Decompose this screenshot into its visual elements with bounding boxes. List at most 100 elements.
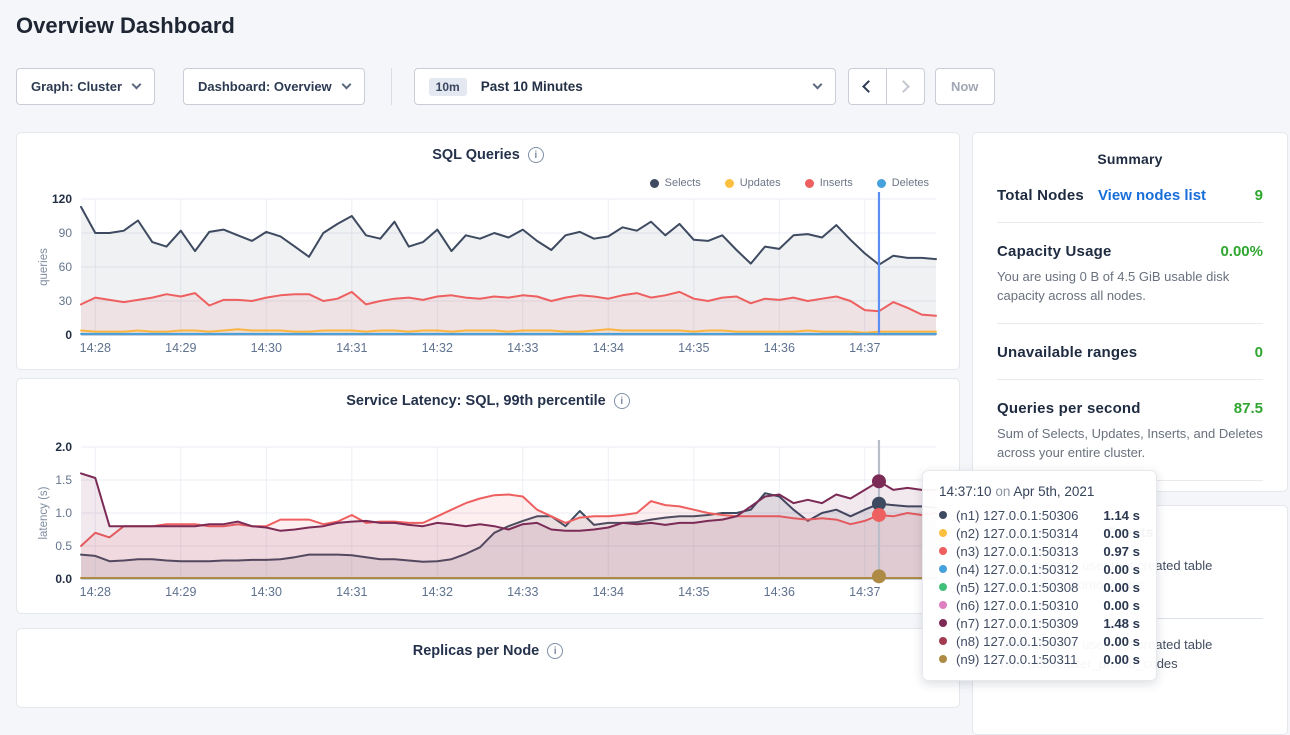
info-icon[interactable]: i — [614, 393, 630, 409]
svg-text:0: 0 — [65, 328, 72, 342]
svg-text:14:37: 14:37 — [849, 341, 880, 355]
sql-queries-chart[interactable]: 14:2814:2914:3014:3114:3214:3314:3414:35… — [17, 189, 961, 371]
tooltip-row: (n2) 127.0.0.1:50314 0.00 s — [939, 524, 1140, 542]
svg-text:14:29: 14:29 — [165, 341, 196, 355]
svg-text:14:36: 14:36 — [764, 585, 795, 599]
page-title: Overview Dashboard — [16, 13, 235, 39]
series-dot — [805, 179, 814, 188]
graph-dropdown-label: Graph: Cluster — [31, 79, 122, 94]
chevron-left-icon — [862, 80, 875, 93]
svg-text:0.0: 0.0 — [55, 572, 72, 586]
view-nodes-list-link[interactable]: View nodes list — [1098, 187, 1206, 204]
summary-value: 0 — [1255, 344, 1263, 361]
now-button[interactable]: Now — [935, 68, 995, 105]
chevron-down-icon — [341, 80, 351, 90]
series-dot — [939, 655, 947, 663]
svg-text:90: 90 — [59, 226, 73, 240]
legend-item-updates[interactable]: Updates — [725, 177, 781, 189]
time-range-selector[interactable]: 10m Past 10 Minutes — [414, 68, 836, 105]
summary-row-total-nodes: Total Nodes View nodes list 9 — [997, 187, 1263, 204]
chevron-down-icon — [812, 80, 822, 90]
legend-label: Selects — [665, 177, 701, 189]
info-icon[interactable]: i — [528, 147, 544, 163]
legend-item-deletes[interactable]: Deletes — [877, 177, 929, 189]
svg-text:queries: queries — [38, 248, 50, 286]
svg-text:14:35: 14:35 — [678, 585, 709, 599]
graph-dropdown[interactable]: Graph: Cluster — [16, 68, 155, 105]
time-step-buttons — [848, 68, 925, 105]
summary-label: Capacity Usage — [997, 243, 1112, 260]
summary-label: Total Nodes — [997, 187, 1084, 204]
series-dot — [939, 511, 947, 519]
tooltip-row: (n7) 127.0.0.1:50309 1.48 s — [939, 614, 1140, 632]
time-range-label: Past 10 Minutes — [481, 79, 583, 94]
svg-text:14:33: 14:33 — [507, 585, 538, 599]
svg-text:14:37: 14:37 — [849, 585, 880, 599]
service-latency-card: Service Latency: SQL, 99th percentile i … — [16, 378, 960, 614]
tooltip-row: (n3) 127.0.0.1:50313 0.97 s — [939, 542, 1140, 560]
series-dot — [650, 179, 659, 188]
summary-title: Summary — [997, 151, 1263, 167]
svg-text:0.5: 0.5 — [55, 539, 72, 553]
series-dot — [939, 583, 947, 591]
info-icon[interactable]: i — [547, 643, 563, 659]
summary-value: 87.5 — [1234, 400, 1263, 417]
svg-text:2.0: 2.0 — [55, 440, 72, 454]
series-dot — [877, 179, 886, 188]
svg-text:14:32: 14:32 — [422, 585, 453, 599]
service-latency-title: Service Latency: SQL, 99th percentile — [346, 393, 606, 409]
svg-text:14:34: 14:34 — [593, 341, 624, 355]
series-dot — [725, 179, 734, 188]
svg-text:14:32: 14:32 — [422, 341, 453, 355]
chevron-down-icon — [132, 80, 142, 90]
summary-row-capacity: Capacity Usage 0.00% You are using 0 B o… — [997, 243, 1263, 305]
summary-label: Unavailable ranges — [997, 344, 1137, 361]
svg-text:60: 60 — [59, 260, 73, 274]
tooltip-row: (n5) 127.0.0.1:50308 0.00 s — [939, 578, 1140, 596]
summary-value: 9 — [1255, 187, 1263, 204]
series-dot — [939, 619, 947, 627]
sql-queries-card: SQL Queries i Selects Updates Inserts De… — [16, 132, 960, 370]
tooltip-row: (n1) 127.0.0.1:50306 1.14 s — [939, 506, 1140, 524]
svg-text:14:36: 14:36 — [764, 341, 795, 355]
prev-time-button[interactable] — [848, 68, 887, 105]
service-latency-chart[interactable]: 14:2814:2914:3014:3114:3214:3314:3414:35… — [17, 437, 961, 615]
legend-item-inserts[interactable]: Inserts — [805, 177, 853, 189]
svg-text:14:35: 14:35 — [678, 341, 709, 355]
series-dot — [939, 529, 947, 537]
tooltip-row: (n9) 127.0.0.1:50311 0.00 s — [939, 650, 1140, 668]
summary-row-unavailable-ranges: Unavailable ranges 0 — [997, 344, 1263, 361]
svg-text:14:34: 14:34 — [593, 585, 624, 599]
svg-text:14:28: 14:28 — [80, 341, 111, 355]
next-time-button[interactable] — [886, 68, 925, 105]
divider — [997, 379, 1263, 380]
toolbar-divider — [391, 68, 392, 105]
svg-text:30: 30 — [59, 294, 73, 308]
tooltip-row: (n4) 127.0.0.1:50312 0.00 s — [939, 560, 1140, 578]
svg-text:14:29: 14:29 — [165, 585, 196, 599]
tooltip-timestamp: 14:37:10 on Apr 5th, 2021 — [939, 484, 1140, 499]
divider — [997, 323, 1263, 324]
series-dot — [939, 547, 947, 555]
legend-item-selects[interactable]: Selects — [650, 177, 701, 189]
dashboard-dropdown[interactable]: Dashboard: Overview — [183, 68, 365, 105]
svg-text:120: 120 — [52, 192, 72, 206]
svg-text:14:30: 14:30 — [251, 585, 282, 599]
sql-queries-legend: Selects Updates Inserts Deletes — [650, 177, 929, 189]
legend-label: Updates — [740, 177, 781, 189]
tooltip-row: (n6) 127.0.0.1:50310 0.00 s — [939, 596, 1140, 614]
svg-text:1.0: 1.0 — [55, 506, 72, 520]
svg-text:latency (s): latency (s) — [38, 486, 50, 539]
svg-text:1.5: 1.5 — [55, 473, 72, 487]
tooltip-row: (n8) 127.0.0.1:50307 0.00 s — [939, 632, 1140, 650]
replicas-per-node-card: Replicas per Node i — [16, 628, 960, 708]
legend-label: Deletes — [892, 177, 929, 189]
summary-value: 0.00% — [1220, 243, 1263, 260]
svg-text:14:31: 14:31 — [336, 341, 367, 355]
summary-label: Queries per second — [997, 400, 1141, 417]
divider — [997, 222, 1263, 223]
svg-text:14:30: 14:30 — [251, 341, 282, 355]
chart-tooltip: 14:37:10 on Apr 5th, 2021 (n1) 127.0.0.1… — [922, 470, 1157, 681]
series-dot — [939, 601, 947, 609]
time-range-chip: 10m — [429, 78, 467, 96]
